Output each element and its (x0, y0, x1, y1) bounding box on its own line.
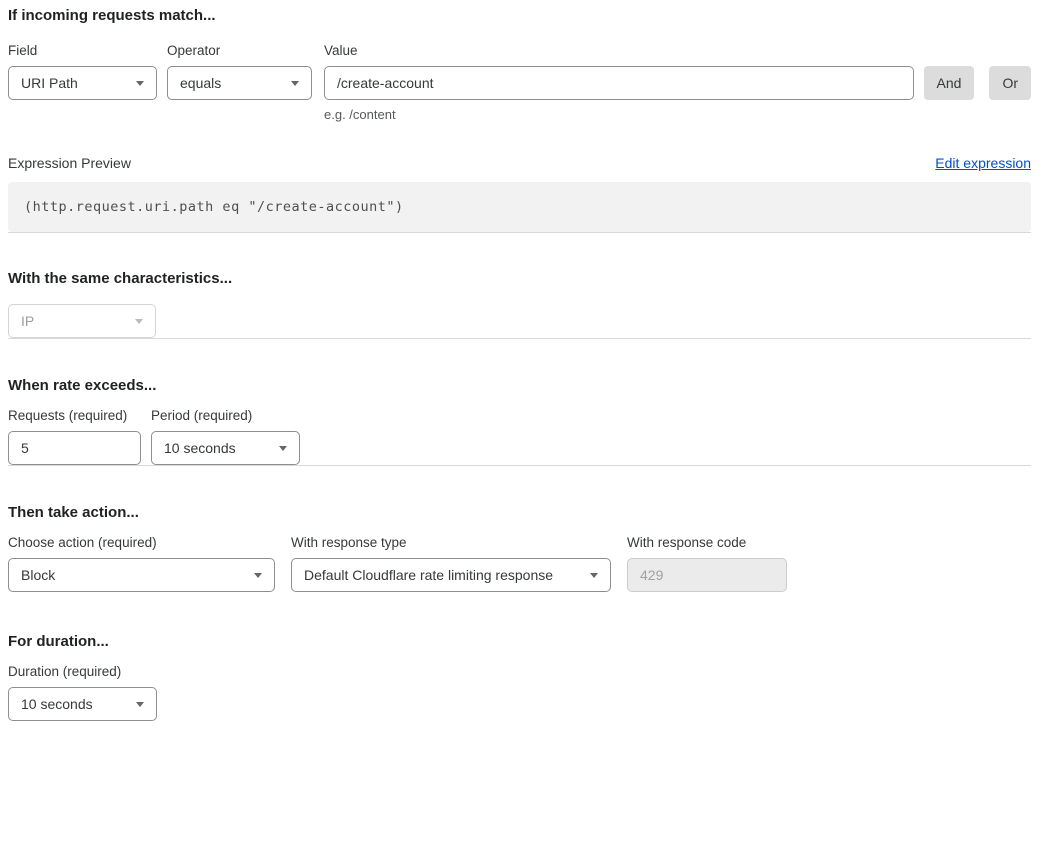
logic-buttons: And Or (924, 66, 1031, 100)
duration-section-heading: For duration... (8, 632, 1031, 651)
match-controls-row: Field URI Path Operator equals Value e.g… (8, 42, 1031, 123)
edit-expression-link[interactable]: Edit expression (935, 155, 1031, 171)
operator-select-value: equals (180, 75, 221, 91)
chevron-down-icon (254, 573, 262, 578)
chevron-down-icon (590, 573, 598, 578)
chevron-down-icon (279, 446, 287, 451)
section-divider (8, 338, 1031, 339)
value-group: Value e.g. /content (324, 42, 914, 123)
rate-section-heading: When rate exceeds... (8, 376, 1031, 395)
chevron-down-icon (291, 81, 299, 86)
and-button[interactable]: And (924, 66, 975, 100)
action-section-heading: Then take action... (8, 503, 1031, 522)
requests-group: Requests (required) (8, 407, 141, 465)
chevron-down-icon (136, 81, 144, 86)
period-select[interactable]: 10 seconds (151, 431, 300, 465)
duration-group: Duration (required) 10 seconds (8, 663, 157, 721)
field-select-value: URI Path (21, 75, 78, 91)
section-divider (8, 232, 1031, 233)
operator-group: Operator equals (167, 42, 312, 100)
choose-action-label: Choose action (required) (8, 534, 275, 551)
field-group: Field URI Path (8, 42, 157, 100)
response-type-select-value: Default Cloudflare rate limiting respons… (304, 567, 553, 583)
period-label: Period (required) (151, 407, 300, 424)
characteristic-select: IP (8, 304, 156, 338)
expression-code: (http.request.uri.path eq "/create-accou… (24, 199, 404, 215)
rate-controls-row: Requests (required) Period (required) 10… (8, 407, 1031, 465)
characteristics-section-heading: With the same characteristics... (8, 269, 1031, 288)
response-code-group: With response code (627, 534, 787, 592)
characteristic-select-value: IP (21, 313, 34, 329)
field-select[interactable]: URI Path (8, 66, 157, 100)
choose-action-select-value: Block (21, 567, 55, 583)
duration-select[interactable]: 10 seconds (8, 687, 157, 721)
expression-preview-label: Expression Preview (8, 155, 131, 172)
value-input[interactable] (324, 66, 914, 100)
requests-label: Requests (required) (8, 407, 141, 424)
response-type-select[interactable]: Default Cloudflare rate limiting respons… (291, 558, 611, 592)
operator-select[interactable]: equals (167, 66, 312, 100)
rate-limiting-rule-form: If incoming requests match... Field URI … (0, 0, 1048, 842)
response-code-input (627, 558, 787, 592)
section-divider (8, 465, 1031, 466)
choose-action-select[interactable]: Block (8, 558, 275, 592)
match-section-heading: If incoming requests match... (8, 6, 1031, 25)
choose-action-group: Choose action (required) Block (8, 534, 275, 592)
period-group: Period (required) 10 seconds (151, 407, 300, 465)
value-label: Value (324, 42, 914, 59)
operator-label: Operator (167, 42, 312, 59)
or-button[interactable]: Or (989, 66, 1031, 100)
action-controls-row: Choose action (required) Block With resp… (8, 534, 1031, 592)
duration-select-value: 10 seconds (21, 696, 93, 712)
expression-preview-header: Expression Preview Edit expression (8, 155, 1031, 172)
response-type-group: With response type Default Cloudflare ra… (291, 534, 611, 592)
chevron-down-icon (136, 702, 144, 707)
period-select-value: 10 seconds (164, 440, 236, 456)
value-helper-text: e.g. /content (324, 106, 914, 123)
requests-input[interactable] (8, 431, 141, 465)
chevron-down-icon (135, 319, 143, 324)
response-code-label: With response code (627, 534, 787, 551)
expression-preview-box: (http.request.uri.path eq "/create-accou… (8, 182, 1031, 232)
response-type-label: With response type (291, 534, 611, 551)
duration-label: Duration (required) (8, 663, 157, 680)
field-label: Field (8, 42, 157, 59)
